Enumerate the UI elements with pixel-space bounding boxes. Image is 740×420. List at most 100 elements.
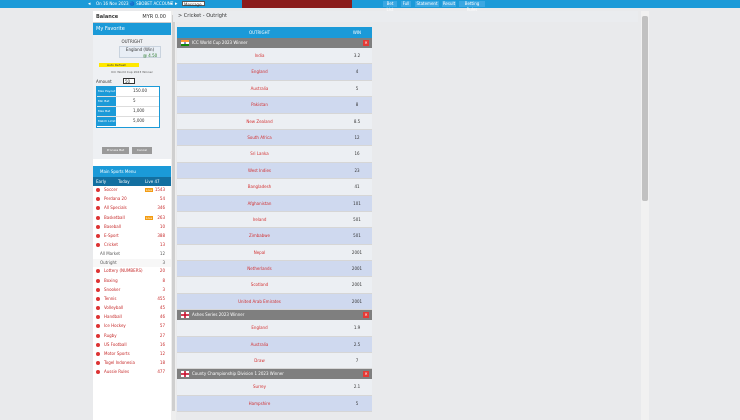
odds-value[interactable]: 8.5 [342,119,372,124]
sport-item[interactable]: US Football 16 [93,340,171,350]
sport-item[interactable]: Rugby 27 [93,331,171,341]
sport-item[interactable]: Volleyball 45 [93,304,171,314]
sport-item[interactable]: All Specials 346 [93,204,171,214]
statement-button[interactable]: Statement [415,1,439,7]
sport-name: Aussie Rules [104,369,130,375]
sport-item[interactable]: Motor Sports 12 [93,350,171,360]
odds-value[interactable]: 8 [342,102,372,107]
slip-market: ICC World Cup 2023 Winner [111,70,153,74]
info-row: Max Bet 1,000 [97,107,159,117]
odds-value[interactable]: 23 [342,168,372,173]
sport-name: Togel Indonesia [104,360,135,366]
sport-icon [96,370,100,375]
sub-item-count: 12 [159,251,165,257]
sport-item[interactable]: Boxing 8 [93,276,171,286]
sidebar-scrollbar[interactable] [171,11,176,420]
odds-value[interactable]: 2001 [342,266,372,271]
sport-item[interactable]: Togel Indonesia 18 [93,359,171,369]
close-icon[interactable]: ✕ [363,371,369,378]
tab-today[interactable]: Today [118,177,130,186]
cricket-sub-item[interactable]: Outright 3 [93,258,171,268]
sport-icon [96,296,100,301]
odds-value[interactable]: 5 [342,401,372,406]
sport-item[interactable]: E-Sport 388 [93,231,171,242]
odds-value[interactable]: 3.2 [342,53,372,58]
sidebar-scroll-thumb[interactable] [172,15,175,411]
sports-menu-header[interactable]: Main Sports Menu [93,166,171,177]
info-row: Max Payout 150.00 [97,87,159,97]
close-icon[interactable]: ✕ [363,40,369,46]
info-value: 5 [133,98,136,103]
sport-item[interactable]: Cricket 13 [93,241,171,251]
sport-icon [96,361,100,366]
sport-item[interactable]: Perdana 20 54 [93,195,171,205]
odds-value[interactable]: 2001 [342,250,372,255]
team-name: New Zealand [246,118,273,124]
odds-value[interactable]: 41 [342,184,372,189]
odds-value[interactable]: 2001 [342,282,372,287]
sport-icon [96,287,100,292]
col-outright: OUTRIGHT [248,30,271,35]
tab-live[interactable]: Live 47 [145,177,160,186]
england-flag-icon [181,371,189,378]
sport-item[interactable]: Aussie Rules 477 [93,368,171,378]
sport-item[interactable]: Tennis 455 [93,294,171,305]
team-name: Pakistan [251,102,268,108]
odds-value[interactable]: 12 [342,135,372,140]
sport-count: 10 [159,223,165,229]
sport-item[interactable]: Lottery (NUMBERS) 20 [93,267,171,277]
sport-item[interactable]: Handball 46 [93,313,171,323]
ticker-next-icon[interactable]: ▸ [175,0,178,8]
close-icon[interactable]: ✕ [363,312,369,319]
odds-value[interactable]: 501 [342,217,372,222]
sport-icon [96,324,100,329]
betting-rules-button[interactable]: Betting Rules [459,1,485,12]
sport-count: 18 [159,360,165,366]
sport-count: 263 [157,214,165,220]
table-row: New Zealand 8.5 [177,113,372,130]
balance-label: Balance [96,14,119,20]
sport-item[interactable]: Ice Hockey 57 [93,322,171,332]
odds-value[interactable]: 101 [342,201,372,206]
odds-value[interactable]: 1.9 [342,325,372,330]
ticker-prev-icon[interactable]: ◂ [170,0,173,8]
bet-list-button[interactable]: Bet List [383,1,397,12]
odds-value[interactable]: 7 [342,358,372,363]
odds-value[interactable]: 2.5 [342,342,372,347]
full-button[interactable]: Full [401,1,411,7]
sport-icon [96,206,100,211]
team-name: Afghanistan [247,200,272,206]
odds-value[interactable]: 16 [342,151,372,156]
sport-item[interactable]: Soccer Live 1543 [93,186,171,196]
result-button[interactable]: Result [442,1,456,7]
sport-count: 346 [157,205,165,211]
sport-name: Motor Sports [104,351,130,356]
tab-early[interactable]: Early [96,177,106,186]
england-flag-icon [181,312,189,319]
process-bet-button[interactable]: Process Bet [102,147,129,154]
my-favorite-header[interactable]: My Favorite [93,23,171,35]
slip-title: OUTRIGHT [121,39,143,44]
cricket-sub-item[interactable]: All Market 12 [93,250,171,259]
odds-value[interactable]: 5 [342,86,372,91]
sport-item[interactable]: Basketball Live 263 [93,213,171,223]
table-row: South Africa 12 [177,129,372,147]
group-header: ICC World Cup 2023 Winner ✕ [177,38,372,48]
scroll-left-icon[interactable]: ◂ [88,0,91,8]
auto-refresh-checkbox[interactable]: Auto Refresh [99,63,139,67]
sport-item[interactable]: Snooker 3 [93,285,171,295]
amount-input[interactable]: 50 [123,78,135,84]
sport-item[interactable]: Baseball 10 [93,222,171,232]
cancel-button[interactable]: Cancel [132,147,152,154]
message-button[interactable]: Message [182,1,205,7]
table-row: Nepal 2001 [177,244,372,262]
amount-label: Amount [96,79,112,84]
main-scrollbar[interactable] [641,11,649,420]
team-name: Draw [254,358,265,364]
odds-value[interactable]: 2001 [342,299,372,304]
main-scroll-thumb[interactable] [642,16,648,201]
odds-value[interactable]: 4 [342,69,372,74]
sport-count: 12 [159,351,165,356]
odds-value[interactable]: 501 [342,233,372,238]
odds-value[interactable]: 2.1 [342,384,372,389]
